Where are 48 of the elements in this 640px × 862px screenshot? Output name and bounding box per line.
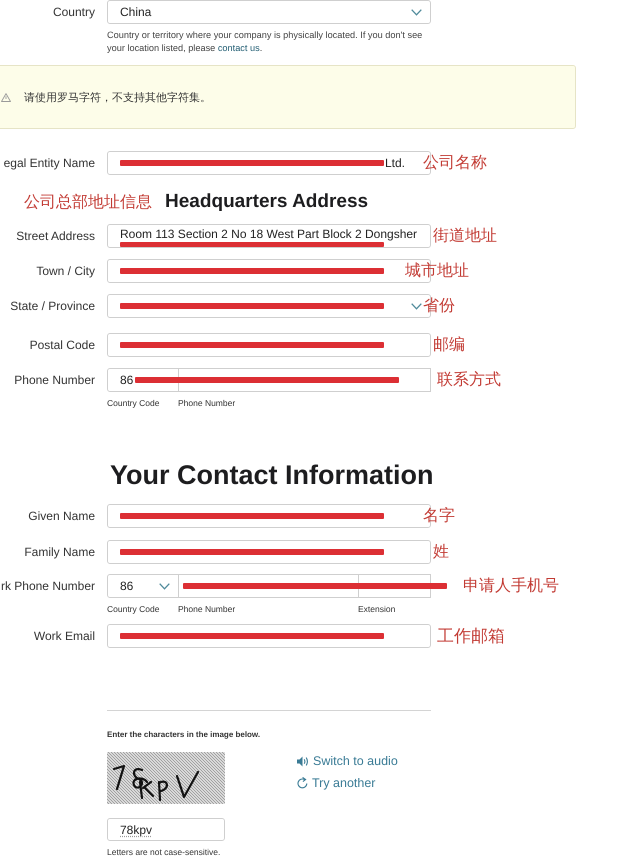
warning-icon [1,92,11,102]
field-label: Work Email [34,629,95,643]
input-field[interactable]: Room 113 Section 2 No 18 West Part Block 2 Dongsher [107,224,431,248]
captcha-instruction: Enter the characters in the image below. [107,730,260,740]
speaker-icon [297,756,309,766]
answer-field[interactable]: 78kpv [107,818,225,841]
refresh-link[interactable]: Try another [297,776,376,790]
audio-link[interactable]: Switch to audio [297,754,398,768]
field-label: State / Province [10,299,95,313]
chevron-down-icon [411,8,422,16]
country-code-field[interactable]: 86 [107,574,179,598]
field-label: Family Name [24,545,95,559]
sub-label: Phone Number [178,398,236,408]
input-field[interactable] [107,333,431,357]
contact-link[interactable]: contact us [218,43,260,53]
field-label: Town / City [36,264,95,278]
field-label: egal Entity Name [4,156,95,170]
section-heading: Your Contact Information [110,460,434,490]
annotation-text: 城市地址 [405,261,469,282]
sub-label: Country Code [107,604,160,614]
annotation-text: 公司总部地址信息 [24,192,152,212]
annotation-text: 街道地址 [433,226,497,246]
chevron-down-icon [411,302,422,310]
warning-text: 请使用罗马字符，不支持其他字符集。 [24,90,211,104]
sub-label: Extension [358,604,396,614]
annotation-text: 名字 [423,506,455,526]
input-field[interactable] [107,540,431,564]
field-label: Phone Number [14,373,95,387]
field-label: Street Address [16,229,95,243]
hint-text: Letters are not case-sensitive. [107,847,220,857]
chevron-down-icon [159,582,170,590]
annotation-text: 省份 [423,296,455,316]
sub-label: Country Code [107,398,160,408]
select-field[interactable]: China [107,0,431,24]
help-text: Country or territory where your company is physically located. If you don't see your location listed, please contact us. [107,29,424,55]
annotation-text: 申请人手机号 [463,576,559,596]
field-label: Postal Code [30,338,95,352]
input-field[interactable] [107,624,431,648]
field-label: Given Name [28,509,95,523]
sub-label: Phone Number [178,604,236,614]
field-label: Country [52,5,95,19]
annotation-text: 姓 [433,542,449,562]
annotation-text: 联系方式 [437,370,501,390]
section-heading: Headquarters Address [165,191,368,213]
annotation-text: 工作邮箱 [437,626,505,648]
field-label: rk Phone Number [0,579,95,593]
refresh-icon [297,777,308,789]
annotation-text: 邮编 [433,335,465,356]
